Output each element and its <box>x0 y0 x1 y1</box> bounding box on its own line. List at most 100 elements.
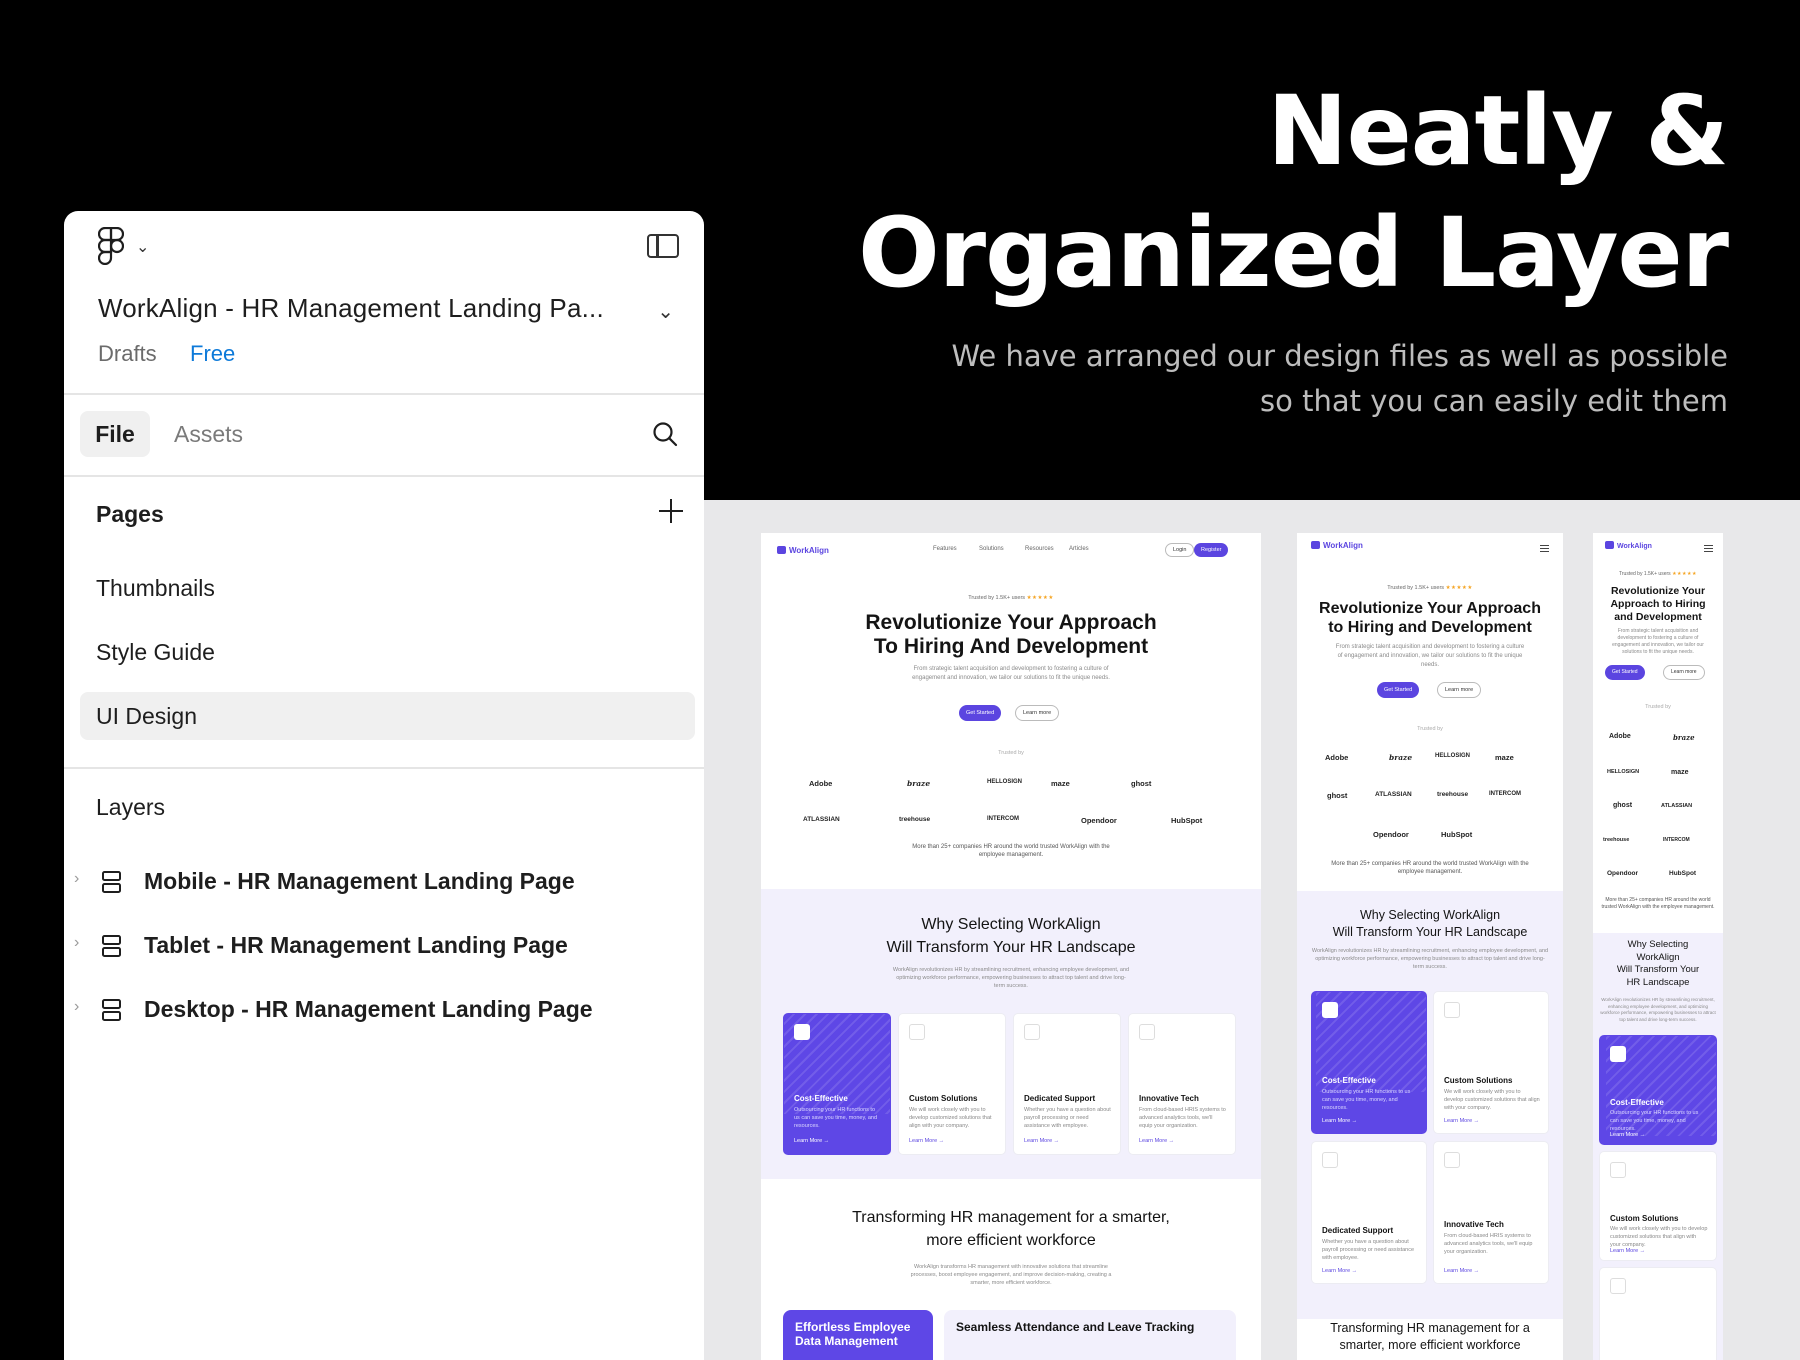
stars-rating: ★★★★★ <box>1445 585 1473 591</box>
login-button[interactable]: Login <box>1165 543 1195 557</box>
card-learn-more[interactable]: Learn More → <box>794 1138 829 1144</box>
add-page-icon[interactable] <box>658 498 684 524</box>
layer-row-mobile[interactable]: › Mobile - HR Management Landing Page <box>64 860 704 904</box>
why-description: WorkAlign revolutionizes HR by streamlin… <box>1311 948 1549 970</box>
card-cost-effective[interactable]: Cost-Effective Outsourcing your HR funct… <box>1599 1035 1717 1145</box>
transform-heading-line-1: Transforming HR management for a <box>1330 1321 1530 1335</box>
card-cost-effective[interactable]: Cost-Effective Outsourcing your HR funct… <box>783 1013 891 1155</box>
file-title[interactable]: WorkAlign - HR Management Landing Pa... <box>98 293 604 324</box>
why-heading-line-2: WorkAlign <box>1636 951 1680 963</box>
card-title: Custom Solutions <box>1610 1214 1679 1223</box>
learn-more-button[interactable]: Learn more <box>1437 682 1482 698</box>
feature-title: Seamless Attendance and Leave Tracking <box>956 1320 1195 1334</box>
get-started-button[interactable]: Get Started <box>1605 665 1645 680</box>
learn-more-button[interactable]: Learn more <box>1015 705 1060 721</box>
showcase-stage: Neatly & Organized Layer We have arrange… <box>0 0 1800 1360</box>
card-learn-more[interactable]: Learn More → <box>1444 1268 1479 1274</box>
why-section: Why Selecting WorkAlign Will Transform Y… <box>761 889 1261 1179</box>
money-icon <box>1610 1046 1626 1062</box>
page-item-ui-design[interactable]: UI Design <box>80 692 695 740</box>
transform-heading: Transforming HR management for a smarter… <box>1297 1320 1563 1354</box>
logo-hubspot: HubSpot <box>1441 830 1473 839</box>
card-learn-more[interactable]: Learn More → <box>1322 1118 1357 1124</box>
get-started-button[interactable]: Get Started <box>1377 682 1420 698</box>
plan-badge[interactable]: Free <box>184 339 242 369</box>
nav-solutions[interactable]: Solutions <box>979 546 1004 552</box>
layer-row-tablet[interactable]: › Tablet - HR Management Landing Page <box>64 924 704 968</box>
card-learn-more[interactable]: Learn More → <box>1610 1248 1645 1254</box>
logo-opendoor: Opendoor <box>1607 870 1639 877</box>
logo-maze: maze <box>1671 769 1689 776</box>
logo-hubspot: HubSpot <box>1171 816 1203 825</box>
card-learn-more[interactable]: Learn More → <box>909 1138 944 1144</box>
trusted-users-text: Trusted by 1.5K+ users <box>1387 585 1445 591</box>
card-dedicated-support[interactable]: Dedicated Support Whether you have a que… <box>1013 1013 1121 1155</box>
card-custom-solutions[interactable]: Custom Solutions We will work closely wi… <box>898 1013 1006 1155</box>
card-desc: From cloud-based HRIS systems to advance… <box>1139 1107 1226 1129</box>
companies-note: More than 25+ companies HR around the wo… <box>1601 897 1715 910</box>
mobile-mockup[interactable]: WorkAlign Trusted by 1.5K+ users ★★★★★ R… <box>1593 533 1723 1360</box>
card-desc: We will work closely with you to develop… <box>1610 1226 1708 1248</box>
feature-employee-data[interactable]: Effortless Employee Data Management <box>783 1310 933 1360</box>
learn-more-button[interactable]: Learn more <box>1663 665 1705 680</box>
why-heading-line-4: HR Landscape <box>1626 976 1690 988</box>
trusted-users-text: Trusted by 1.5K+ users <box>968 595 1026 601</box>
chevron-right-icon[interactable]: › <box>74 998 79 1016</box>
chevron-right-icon[interactable]: › <box>74 934 79 952</box>
card-learn-more[interactable]: Learn More → <box>1139 1138 1174 1144</box>
layer-row-desktop[interactable]: › Desktop - HR Management Landing Page <box>64 988 704 1032</box>
nav-resources[interactable]: Resources <box>1025 546 1054 552</box>
card-learn-more[interactable]: Learn More → <box>1024 1138 1059 1144</box>
card-innovative-tech[interactable]: Innovative Tech From cloud-based HRIS sy… <box>1433 1141 1549 1284</box>
card-title: Cost-Effective <box>1322 1076 1376 1085</box>
register-button[interactable]: Register <box>1194 543 1229 557</box>
figma-logo-icon[interactable] <box>98 227 124 265</box>
page-item-style-guide[interactable]: Style Guide <box>80 628 695 676</box>
logo-hellosign: HELLOSIGN <box>1607 769 1640 775</box>
page-item-thumbnails[interactable]: Thumbnails <box>80 564 695 612</box>
card-learn-more[interactable]: Learn More → <box>1610 1132 1645 1138</box>
location-drafts[interactable]: Drafts <box>98 341 157 367</box>
card-desc: Outsourcing your HR functions to us can … <box>1322 1089 1411 1111</box>
why-heading-line-3: Will Transform Your <box>1616 964 1700 975</box>
logo-hubspot: HubSpot <box>1669 870 1697 877</box>
card-learn-more[interactable]: Learn More → <box>1322 1268 1357 1274</box>
logo-braze: braze <box>1389 753 1413 762</box>
divider <box>64 767 704 769</box>
card-cost-effective[interactable]: Cost-Effective Outsourcing your HR funct… <box>1311 991 1427 1134</box>
desktop-mockup[interactable]: WorkAlign Features Solutions Resources A… <box>761 533 1261 1360</box>
card-innovative-tech[interactable]: Innovative Tech From cloud-based HRIS sy… <box>1128 1013 1236 1155</box>
chevron-down-icon[interactable]: ⌄ <box>657 299 674 324</box>
why-heading: Why Selecting WorkAlign Will Transform Y… <box>761 913 1261 959</box>
hamburger-icon[interactable] <box>1704 545 1713 552</box>
trusted-users: Trusted by 1.5K+ users ★★★★★ <box>761 595 1261 601</box>
tab-file[interactable]: File <box>80 411 150 457</box>
toggle-sidebar-icon[interactable] <box>647 234 679 258</box>
hero-heading-line-2: To Hiring And Development <box>873 635 1149 658</box>
why-heading: Why Selecting WorkAlign Will Transform Y… <box>1593 939 1723 989</box>
chevron-down-icon[interactable]: ⌄ <box>136 237 149 257</box>
get-started-button[interactable]: Get Started <box>959 705 1002 721</box>
design-canvas: WorkAlign Features Solutions Resources A… <box>703 500 1800 1360</box>
card-learn-more[interactable]: Learn More → <box>1444 1118 1479 1124</box>
card-custom-solutions[interactable]: Custom Solutions We will work closely wi… <box>1433 991 1549 1134</box>
logo-braze: braze <box>1673 733 1695 742</box>
why-heading-line-1: Why Selecting WorkAlign <box>1359 908 1501 922</box>
hero-heading-line-3: and Development <box>1614 611 1702 623</box>
card-custom-solutions[interactable]: Custom Solutions We will work closely wi… <box>1599 1151 1717 1261</box>
chevron-right-icon[interactable]: › <box>74 870 79 888</box>
card-dedicated-support[interactable] <box>1599 1267 1717 1360</box>
tab-assets[interactable]: Assets <box>174 411 243 457</box>
card-desc: We will work closely with you to develop… <box>1444 1089 1540 1111</box>
search-icon[interactable] <box>652 421 678 447</box>
wrench-icon <box>1610 1162 1626 1178</box>
hamburger-icon[interactable] <box>1540 545 1549 552</box>
mobile-hero-heading: Revolutionize Your Approach to Hiring an… <box>1593 585 1723 624</box>
card-title: Innovative Tech <box>1444 1220 1504 1229</box>
nav-articles[interactable]: Articles <box>1069 546 1089 552</box>
nav-features[interactable]: Features <box>933 546 957 552</box>
card-dedicated-support[interactable]: Dedicated Support Whether you have a que… <box>1311 1141 1427 1284</box>
tablet-mockup[interactable]: WorkAlign Trusted by 1.5K+ users ★★★★★ R… <box>1297 533 1563 1360</box>
card-desc: Outsourcing your HR functions to us can … <box>1610 1110 1699 1132</box>
feature-attendance[interactable]: Seamless Attendance and Leave Tracking <box>944 1310 1236 1360</box>
